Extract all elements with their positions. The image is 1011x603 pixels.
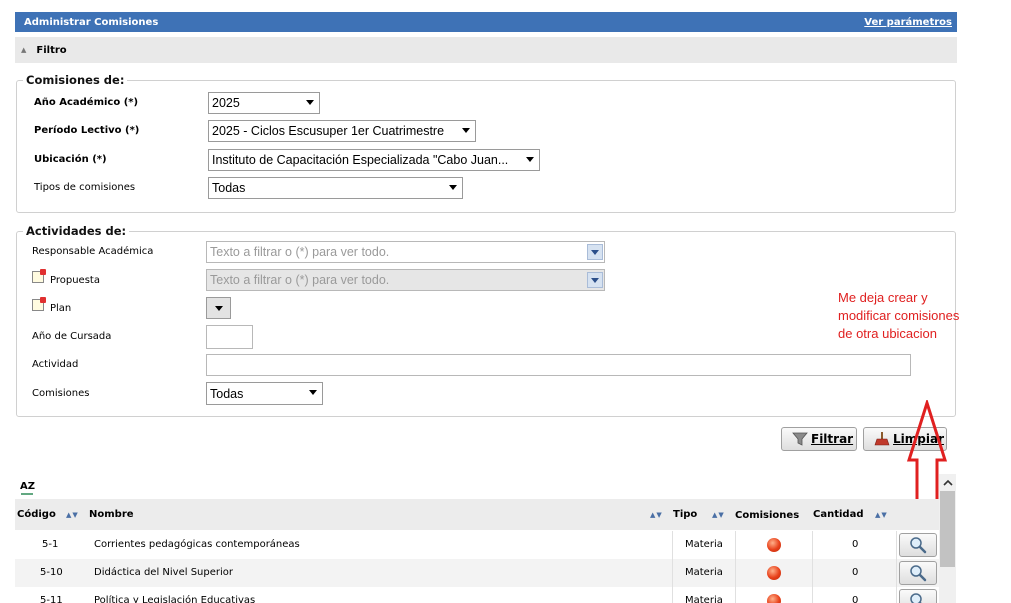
sort-arrows-icon[interactable]: ▲▼ xyxy=(650,511,663,519)
table-row[interactable]: 5-11 Política y Legislación Educativas M… xyxy=(15,587,939,603)
ubicacion-label: Ubicación (*) xyxy=(34,154,107,165)
cell-cantidad: 0 xyxy=(852,539,859,550)
cell-nombre: Corrientes pedagógicas contemporáneas xyxy=(94,539,300,550)
required-note-icon xyxy=(32,269,46,283)
status-dot-icon xyxy=(767,566,781,580)
chevron-down-icon xyxy=(215,306,223,311)
cell-nombre: Didáctica del Nivel Superior xyxy=(94,567,234,578)
cell-tipo: Materia xyxy=(685,567,723,578)
tipos-comisiones-value: Todas xyxy=(212,181,246,195)
chevron-down-icon xyxy=(591,277,599,283)
responsable-placeholder: Texto a filtrar o (*) para ver todo. xyxy=(210,245,390,259)
actividades-de-legend: Actividades de: xyxy=(26,224,127,238)
periodo-lectivo-label: Período Lectivo (*) xyxy=(34,125,140,136)
table-row[interactable]: 5-10 Didáctica del Nivel Superior Materi… xyxy=(15,559,939,587)
col-codigo[interactable]: Código xyxy=(17,509,56,520)
plan-label: Plan xyxy=(50,303,72,314)
ubicacion-value: Instituto de Capacitación Especializada … xyxy=(212,153,509,167)
responsable-dropdown-button[interactable] xyxy=(587,244,603,260)
periodo-lectivo-value: 2025 - Ciclos Escusuper 1er Cuatrimestre xyxy=(212,124,445,138)
annotation-line: Me deja crear y xyxy=(838,290,928,305)
status-dot-icon xyxy=(767,538,781,552)
anio-cursada-input[interactable] xyxy=(206,325,253,349)
magnifier-icon xyxy=(910,565,927,582)
propuesta-label: Propuesta xyxy=(50,275,100,286)
filter-label: Filtro xyxy=(36,44,67,56)
magnifier-icon xyxy=(910,593,922,603)
cell-nombre: Política y Legislación Educativas xyxy=(94,595,256,603)
anio-academico-select[interactable]: 2025 xyxy=(208,92,320,114)
col-cantidad[interactable]: Cantidad xyxy=(813,509,863,520)
cell-cantidad: 0 xyxy=(852,595,859,603)
sort-az-label: AZ xyxy=(20,481,35,492)
annotation-line: modificar comisiones xyxy=(838,308,960,323)
annotation-line: de otra ubicacion xyxy=(838,326,938,341)
broom-icon xyxy=(874,432,890,446)
cell-cantidad: 0 xyxy=(852,567,859,578)
view-details-button[interactable] xyxy=(899,533,937,557)
sort-arrows-icon[interactable]: ▲▼ xyxy=(875,511,888,519)
required-note-icon xyxy=(32,297,46,311)
chevron-down-icon xyxy=(591,249,599,255)
filtrar-label: Filtrar xyxy=(811,432,854,446)
sort-arrows-icon[interactable]: ▲▼ xyxy=(66,511,79,519)
comisiones-de-group: Comisiones de: xyxy=(16,73,956,213)
comisiones-filter-select[interactable]: Todas xyxy=(206,382,323,405)
window-title-bar: Administrar Comisiones Ver parámetros xyxy=(15,12,957,32)
table-row[interactable]: 5-1 Corrientes pedagógicas contemporánea… xyxy=(15,531,939,559)
responsable-combo[interactable]: Texto a filtrar o (*) para ver todo. xyxy=(206,241,605,263)
scroll-thumb[interactable] xyxy=(940,491,955,567)
table-header: Código ▲▼ Nombre ▲▼ Tipo ▲▼ Comisiones C… xyxy=(15,499,939,530)
col-tipo[interactable]: Tipo xyxy=(673,509,697,520)
responsable-label: Responsable Académica xyxy=(32,246,154,257)
view-details-button[interactable] xyxy=(899,589,937,603)
scroll-up-button[interactable] xyxy=(939,474,956,491)
magnifier-icon xyxy=(910,537,927,554)
ver-parametros-link[interactable]: Ver parámetros xyxy=(864,17,952,28)
sort-az-icon[interactable]: AZ xyxy=(19,480,35,496)
comisiones-de-legend: Comisiones de: xyxy=(26,73,125,87)
cell-codigo: 5-1 xyxy=(42,539,59,550)
actividad-label: Actividad xyxy=(32,359,79,370)
tipos-comisiones-select[interactable]: Todas xyxy=(208,177,463,199)
chevron-up-icon xyxy=(942,479,953,486)
tipos-comisiones-label: Tipos de comisiones xyxy=(34,182,136,193)
col-comisiones[interactable]: Comisiones xyxy=(735,510,799,521)
plan-select[interactable] xyxy=(206,297,231,319)
propuesta-combo[interactable]: Texto a filtrar o (*) para ver todo. xyxy=(206,269,605,291)
periodo-lectivo-select[interactable]: 2025 - Ciclos Escusuper 1er Cuatrimestre xyxy=(208,120,476,142)
cell-codigo: 5-10 xyxy=(40,567,63,578)
anio-academico-value: 2025 xyxy=(212,96,240,110)
cell-tipo: Materia xyxy=(685,539,723,550)
propuesta-placeholder: Texto a filtrar o (*) para ver todo. xyxy=(210,273,390,287)
status-dot-icon xyxy=(767,594,781,603)
col-nombre[interactable]: Nombre xyxy=(89,509,134,520)
filtrar-button[interactable]: Filtrar xyxy=(781,427,857,451)
cell-codigo: 5-11 xyxy=(40,595,63,603)
comisiones-filter-label: Comisiones xyxy=(32,388,90,399)
ubicacion-select[interactable]: Instituto de Capacitación Especializada … xyxy=(208,149,540,171)
anio-cursada-label: Año de Cursada xyxy=(32,331,112,342)
annotation-note: Me deja crear y modificar comisiones de … xyxy=(838,289,959,343)
funnel-icon xyxy=(792,432,808,446)
comisiones-filter-value: Todas xyxy=(210,386,244,401)
anio-academico-label: Año Académico (*) xyxy=(34,97,139,108)
view-details-button[interactable] xyxy=(899,561,937,585)
sort-arrows-icon[interactable]: ▲▼ xyxy=(712,511,725,519)
page-title: Administrar Comisiones xyxy=(24,16,159,28)
collapse-triangle-icon: ▲ xyxy=(21,46,27,54)
propuesta-dropdown-button[interactable] xyxy=(587,272,603,288)
actividad-input[interactable] xyxy=(206,354,911,376)
cell-tipo: Materia xyxy=(685,595,723,603)
filter-section-toggle[interactable]: ▲ Filtro xyxy=(15,37,957,63)
